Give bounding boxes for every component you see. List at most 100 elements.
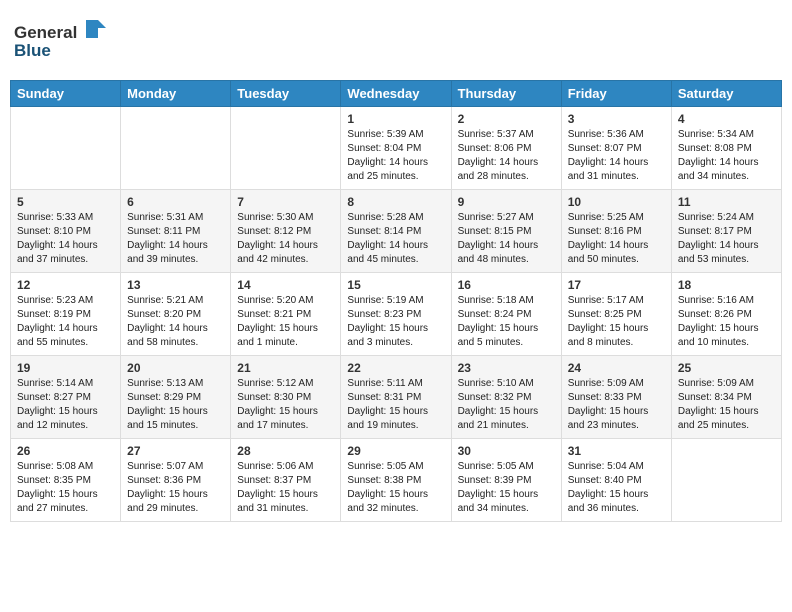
- day-info: Sunrise: 5:33 AM Sunset: 8:10 PM Dayligh…: [17, 211, 114, 267]
- calendar-cell: 6 Sunrise: 5:31 AM Sunset: 8:11 PM Daylig…: [121, 190, 231, 273]
- day-info: Sunrise: 5:13 AM Sunset: 8:29 PM Dayligh…: [127, 377, 224, 433]
- week-row-2: 5 Sunrise: 5:33 AM Sunset: 8:10 PM Daylig…: [11, 190, 782, 273]
- day-number: 3: [568, 112, 665, 126]
- day-number: 12: [17, 278, 114, 292]
- day-info: Sunrise: 5:31 AM Sunset: 8:11 PM Dayligh…: [127, 211, 224, 267]
- calendar-cell: 16 Sunrise: 5:18 AM Sunset: 8:24 PM Dayli…: [451, 273, 561, 356]
- day-number: 16: [458, 278, 555, 292]
- calendar-cell: [11, 107, 121, 190]
- day-number: 6: [127, 195, 224, 209]
- day-info: Sunrise: 5:06 AM Sunset: 8:37 PM Dayligh…: [237, 460, 334, 516]
- day-number: 23: [458, 361, 555, 375]
- day-number: 17: [568, 278, 665, 292]
- day-number: 29: [347, 444, 444, 458]
- calendar-cell: [671, 439, 781, 522]
- day-info: Sunrise: 5:34 AM Sunset: 8:08 PM Dayligh…: [678, 128, 775, 184]
- week-row-4: 19 Sunrise: 5:14 AM Sunset: 8:27 PM Dayli…: [11, 356, 782, 439]
- day-info: Sunrise: 5:04 AM Sunset: 8:40 PM Dayligh…: [568, 460, 665, 516]
- calendar-cell: 15 Sunrise: 5:19 AM Sunset: 8:23 PM Dayli…: [341, 273, 451, 356]
- day-info: Sunrise: 5:14 AM Sunset: 8:27 PM Dayligh…: [17, 377, 114, 433]
- weekday-header-monday: Monday: [121, 81, 231, 107]
- day-number: 25: [678, 361, 775, 375]
- day-info: Sunrise: 5:05 AM Sunset: 8:39 PM Dayligh…: [458, 460, 555, 516]
- week-row-3: 12 Sunrise: 5:23 AM Sunset: 8:19 PM Dayli…: [11, 273, 782, 356]
- calendar-cell: 31 Sunrise: 5:04 AM Sunset: 8:40 PM Dayli…: [561, 439, 671, 522]
- day-number: 8: [347, 195, 444, 209]
- logo-svg: General Blue: [14, 16, 124, 61]
- day-number: 28: [237, 444, 334, 458]
- day-info: Sunrise: 5:24 AM Sunset: 8:17 PM Dayligh…: [678, 211, 775, 267]
- calendar-cell: 10 Sunrise: 5:25 AM Sunset: 8:16 PM Dayli…: [561, 190, 671, 273]
- calendar-cell: 4 Sunrise: 5:34 AM Sunset: 8:08 PM Daylig…: [671, 107, 781, 190]
- day-number: 18: [678, 278, 775, 292]
- weekday-header-friday: Friday: [561, 81, 671, 107]
- day-number: 7: [237, 195, 334, 209]
- calendar-cell: 29 Sunrise: 5:05 AM Sunset: 8:38 PM Dayli…: [341, 439, 451, 522]
- weekday-header-row: SundayMondayTuesdayWednesdayThursdayFrid…: [11, 81, 782, 107]
- day-info: Sunrise: 5:28 AM Sunset: 8:14 PM Dayligh…: [347, 211, 444, 267]
- day-info: Sunrise: 5:17 AM Sunset: 8:25 PM Dayligh…: [568, 294, 665, 350]
- day-info: Sunrise: 5:27 AM Sunset: 8:15 PM Dayligh…: [458, 211, 555, 267]
- day-number: 22: [347, 361, 444, 375]
- weekday-header-sunday: Sunday: [11, 81, 121, 107]
- logo: General Blue: [14, 16, 124, 66]
- weekday-header-saturday: Saturday: [671, 81, 781, 107]
- day-info: Sunrise: 5:05 AM Sunset: 8:38 PM Dayligh…: [347, 460, 444, 516]
- calendar-cell: 13 Sunrise: 5:21 AM Sunset: 8:20 PM Dayli…: [121, 273, 231, 356]
- calendar-cell: [121, 107, 231, 190]
- day-number: 4: [678, 112, 775, 126]
- day-number: 15: [347, 278, 444, 292]
- calendar-cell: 12 Sunrise: 5:23 AM Sunset: 8:19 PM Dayli…: [11, 273, 121, 356]
- calendar-cell: 2Sunrise: 5:37 AM Sunset: 8:06 PM Daylig…: [451, 107, 561, 190]
- day-number: 10: [568, 195, 665, 209]
- day-number: 31: [568, 444, 665, 458]
- calendar-cell: 14 Sunrise: 5:20 AM Sunset: 8:21 PM Dayli…: [231, 273, 341, 356]
- day-info: Sunrise: 5:19 AM Sunset: 8:23 PM Dayligh…: [347, 294, 444, 350]
- calendar-cell: 20 Sunrise: 5:13 AM Sunset: 8:29 PM Dayli…: [121, 356, 231, 439]
- svg-text:General: General: [14, 23, 77, 42]
- day-number: 13: [127, 278, 224, 292]
- day-info: Sunrise: 5:12 AM Sunset: 8:30 PM Dayligh…: [237, 377, 334, 433]
- day-info: Sunrise: 5:10 AM Sunset: 8:32 PM Dayligh…: [458, 377, 555, 433]
- calendar-cell: 18 Sunrise: 5:16 AM Sunset: 8:26 PM Dayli…: [671, 273, 781, 356]
- calendar-cell: 27Sunrise: 5:07 AM Sunset: 8:36 PM Dayli…: [121, 439, 231, 522]
- page-header: General Blue: [10, 10, 782, 72]
- logo-row: General Blue: [14, 16, 124, 66]
- calendar-cell: 8 Sunrise: 5:28 AM Sunset: 8:14 PM Daylig…: [341, 190, 451, 273]
- day-number: 20: [127, 361, 224, 375]
- calendar-cell: 28 Sunrise: 5:06 AM Sunset: 8:37 PM Dayli…: [231, 439, 341, 522]
- day-number: 1: [347, 112, 444, 126]
- svg-text:Blue: Blue: [14, 41, 51, 60]
- day-info: Sunrise: 5:20 AM Sunset: 8:21 PM Dayligh…: [237, 294, 334, 350]
- calendar-cell: 25 Sunrise: 5:09 AM Sunset: 8:34 PM Dayli…: [671, 356, 781, 439]
- day-number: 19: [17, 361, 114, 375]
- calendar-cell: 9 Sunrise: 5:27 AM Sunset: 8:15 PM Daylig…: [451, 190, 561, 273]
- day-info: Sunrise: 5:18 AM Sunset: 8:24 PM Dayligh…: [458, 294, 555, 350]
- calendar-cell: 21 Sunrise: 5:12 AM Sunset: 8:30 PM Dayli…: [231, 356, 341, 439]
- day-number: 26: [17, 444, 114, 458]
- calendar-cell: 7 Sunrise: 5:30 AM Sunset: 8:12 PM Daylig…: [231, 190, 341, 273]
- day-number: 30: [458, 444, 555, 458]
- day-info: Sunrise: 5:39 AM Sunset: 8:04 PM Dayligh…: [347, 128, 444, 184]
- day-info: Sunrise: 5:25 AM Sunset: 8:16 PM Dayligh…: [568, 211, 665, 267]
- day-info: Sunrise: 5:36 AM Sunset: 8:07 PM Dayligh…: [568, 128, 665, 184]
- day-number: 14: [237, 278, 334, 292]
- day-info: Sunrise: 5:16 AM Sunset: 8:26 PM Dayligh…: [678, 294, 775, 350]
- day-number: 24: [568, 361, 665, 375]
- calendar-cell: 30 Sunrise: 5:05 AM Sunset: 8:39 PM Dayli…: [451, 439, 561, 522]
- day-info: Sunrise: 5:21 AM Sunset: 8:20 PM Dayligh…: [127, 294, 224, 350]
- day-info: Sunrise: 5:09 AM Sunset: 8:34 PM Dayligh…: [678, 377, 775, 433]
- calendar-cell: 26 Sunrise: 5:08 AM Sunset: 8:35 PM Dayli…: [11, 439, 121, 522]
- calendar-cell: 17 Sunrise: 5:17 AM Sunset: 8:25 PM Dayli…: [561, 273, 671, 356]
- calendar-cell: 1 Sunrise: 5:39 AM Sunset: 8:04 PM Daylig…: [341, 107, 451, 190]
- day-info: Sunrise: 5:37 AM Sunset: 8:06 PM Dayligh…: [458, 128, 555, 184]
- day-info: Sunrise: 5:09 AM Sunset: 8:33 PM Dayligh…: [568, 377, 665, 433]
- day-number: 5: [17, 195, 114, 209]
- calendar-table: SundayMondayTuesdayWednesdayThursdayFrid…: [10, 80, 782, 522]
- day-info: Sunrise: 5:30 AM Sunset: 8:12 PM Dayligh…: [237, 211, 334, 267]
- calendar-cell: 5 Sunrise: 5:33 AM Sunset: 8:10 PM Daylig…: [11, 190, 121, 273]
- day-number: 9: [458, 195, 555, 209]
- day-number: 21: [237, 361, 334, 375]
- day-info: Sunrise: 5:23 AM Sunset: 8:19 PM Dayligh…: [17, 294, 114, 350]
- day-info: Sunrise: 5:08 AM Sunset: 8:35 PM Dayligh…: [17, 460, 114, 516]
